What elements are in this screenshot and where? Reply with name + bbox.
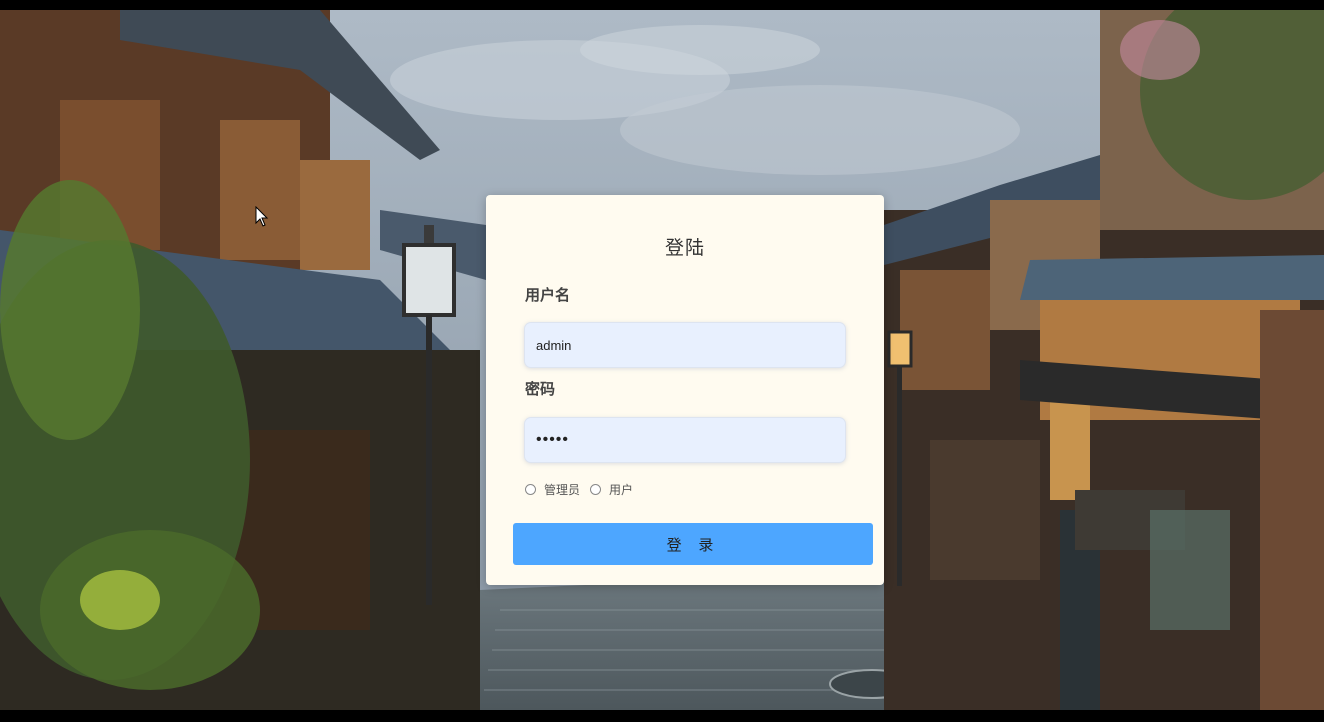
login-card: 登陆 用户名 密码 管理员 用户 登 录 (486, 195, 884, 585)
role-option-user[interactable]: 用户 (590, 481, 633, 498)
login-title: 登陆 (664, 237, 705, 259)
login-submit-button[interactable]: 登 录 (513, 523, 873, 565)
password-input[interactable] (524, 417, 846, 463)
role-option-admin[interactable]: 管理员 (525, 481, 580, 498)
password-label: 密码 (525, 380, 556, 398)
username-input[interactable] (524, 322, 846, 368)
role-radio-group: 管理员 用户 (525, 481, 643, 498)
app-frame: 登陆 用户名 密码 管理员 用户 登 录 (0, 10, 1324, 710)
role-user-label: 用户 (609, 483, 634, 497)
mouse-cursor-icon (255, 206, 269, 227)
role-admin-label: 管理员 (544, 483, 581, 497)
radio-admin[interactable] (525, 484, 536, 495)
radio-user[interactable] (590, 484, 602, 495)
username-label: 用户名 (525, 286, 571, 304)
